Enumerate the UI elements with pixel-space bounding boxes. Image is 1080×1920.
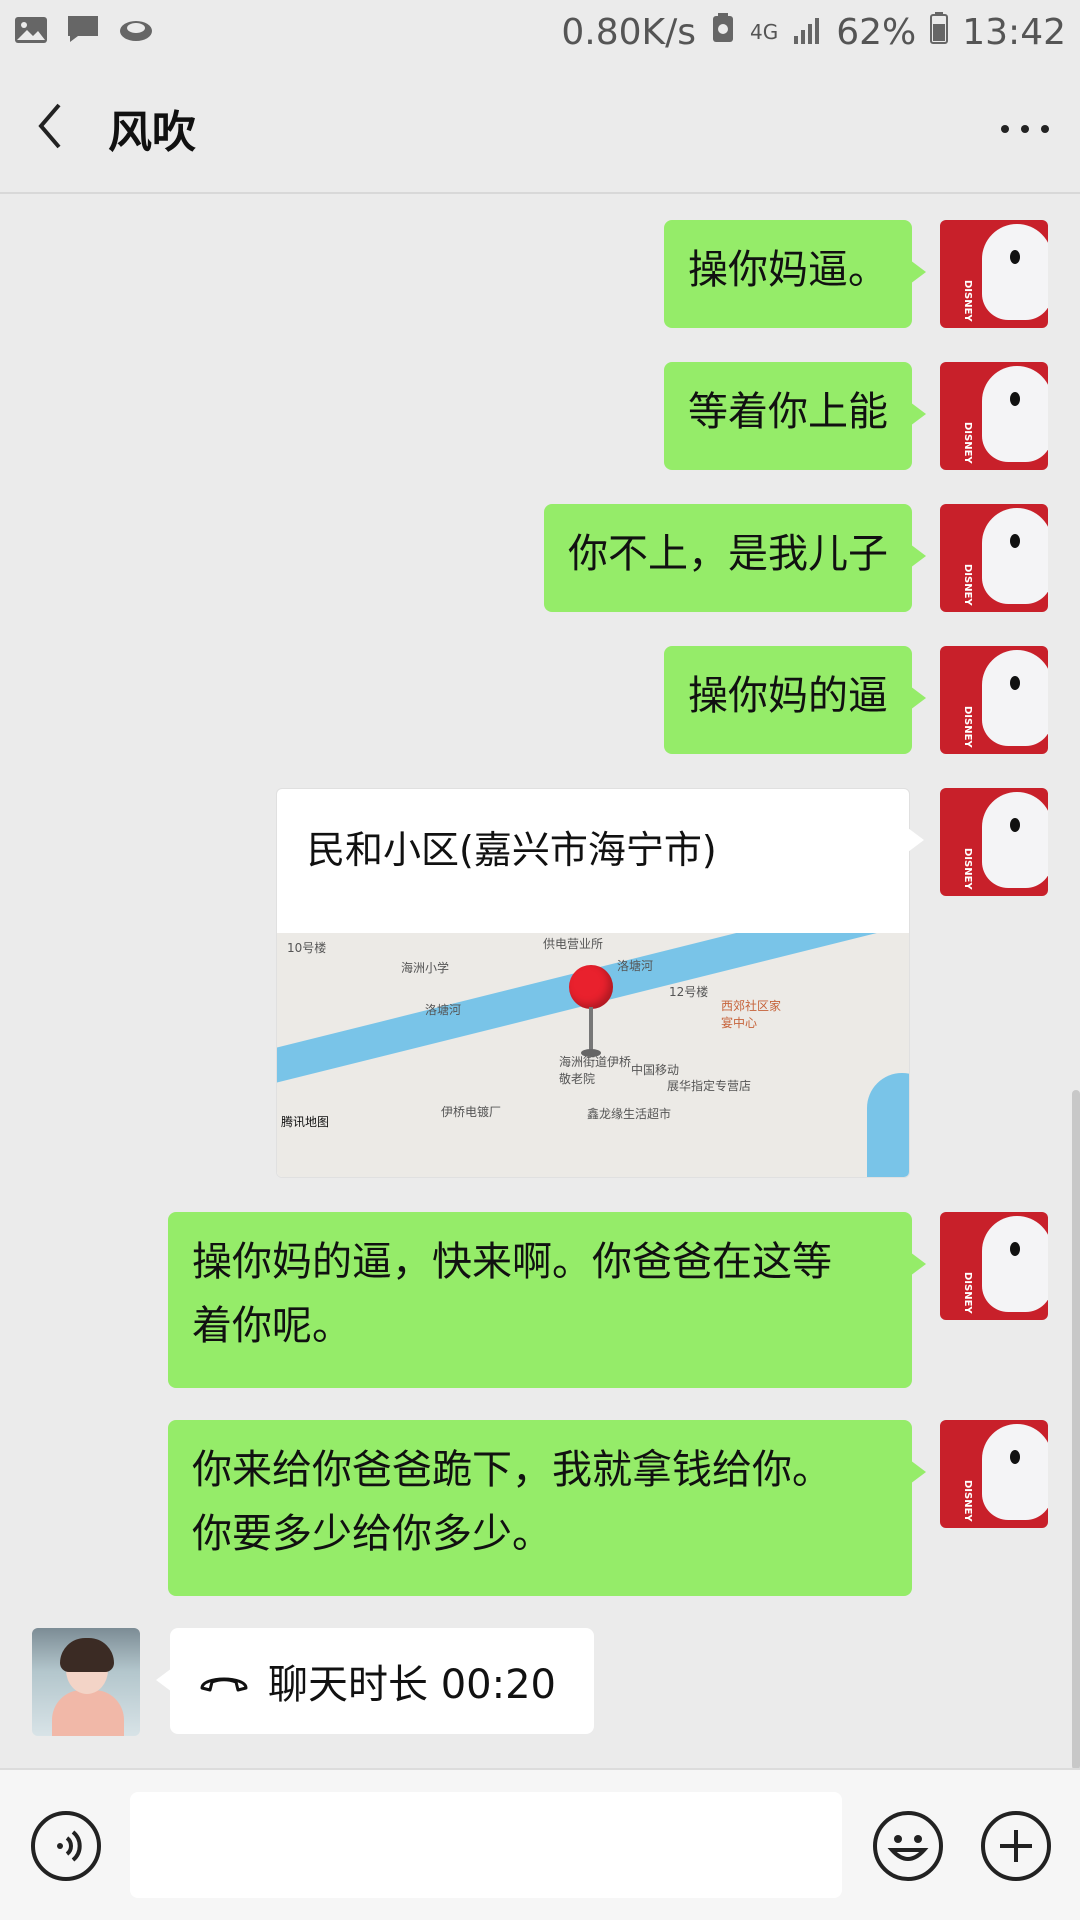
map-label: 鑫龙缘生活超市 — [587, 1107, 672, 1121]
message-bubble[interactable]: 操你妈逼。 — [664, 220, 926, 328]
map-label: 洛塘河 — [425, 1003, 462, 1017]
map-pin-stick — [589, 1007, 593, 1053]
signal-icon — [792, 12, 822, 53]
my-avatar[interactable]: DISNEY — [940, 788, 1048, 896]
my-avatar[interactable]: DISNEY — [940, 1212, 1048, 1320]
map-label: 伊桥电镀厂 — [441, 1105, 502, 1119]
more-actions-button[interactable] — [980, 1810, 1052, 1882]
message-text: 操你妈逼。 — [688, 247, 888, 293]
message-bubble[interactable]: 操你妈的逼 — [664, 646, 926, 754]
message-text: 等着你上能 — [688, 389, 888, 435]
chevron-left-icon — [35, 101, 65, 155]
battery-icon — [930, 11, 949, 53]
message-text: 着你呢。 — [192, 1303, 352, 1349]
scrollbar[interactable] — [1072, 1090, 1080, 1770]
map-label: 海洲小学 — [401, 961, 450, 975]
map-provider-logo: 腾讯地图 — [281, 1115, 330, 1129]
message-bubble[interactable]: 等着你上能 — [664, 362, 926, 470]
map-river — [867, 1073, 909, 1177]
my-avatar[interactable]: DISNEY — [940, 362, 1048, 470]
message-text: 操你妈的逼，快来啊。你爸爸在这等 — [192, 1239, 832, 1285]
my-avatar[interactable]: DISNEY — [940, 220, 1048, 328]
map-label: 10号楼 — [287, 941, 327, 955]
network-type: 4G — [750, 20, 779, 44]
message-bubble[interactable]: 你来给你爸爸跪下，我就拿钱给你。 你要多少给你多少。 — [168, 1420, 926, 1596]
battery-percent: 62% — [836, 11, 917, 53]
map-label: 海洲街道伊桥敬老院 — [559, 1055, 632, 1086]
map-label: 展华指定专营店 — [667, 1079, 752, 1093]
phone-hangup-icon — [198, 1668, 250, 1694]
contact-avatar[interactable] — [32, 1628, 140, 1736]
voice-button[interactable] — [30, 1810, 102, 1882]
message-list[interactable]: DISNEY 操你妈逼。 DISNEY 等着你上能 DISNEY 你不上，是我儿… — [0, 196, 1080, 1766]
more-button[interactable] — [970, 63, 1080, 193]
message-text: 你来给你爸爸跪下，我就拿钱给你。 — [192, 1447, 832, 1493]
location-card[interactable]: 民和小区(嘉兴市海宁市) 10号楼 供电营业所 海洲小学 洛塘河 洛塘河 12号… — [276, 788, 910, 1178]
clock: 13:42 — [962, 11, 1066, 53]
network-speed: 0.80K/s — [561, 11, 696, 53]
map-label: 供电营业所 — [543, 937, 604, 951]
map-label: 中国移动 — [631, 1063, 680, 1077]
cloud-icon — [118, 12, 154, 53]
message-bubble[interactable]: 操你妈的逼，快来啊。你爸爸在这等 着你呢。 — [168, 1212, 926, 1388]
map-pin-base — [581, 1049, 601, 1057]
call-record-bubble[interactable]: 聊天时长 00:20 — [156, 1628, 594, 1734]
emoji-icon — [872, 1811, 944, 1886]
message-text: 你要多少给你多少。 — [192, 1511, 552, 1557]
location-title: 民和小区(嘉兴市海宁市) — [307, 828, 717, 872]
chat-header: 风吹 — [0, 64, 1080, 194]
back-button[interactable] — [0, 63, 100, 193]
chat-title: 风吹 — [108, 107, 196, 158]
emoji-button[interactable] — [872, 1810, 944, 1882]
map-label: 洛塘河 — [617, 959, 654, 973]
message-text: 你不上，是我儿子 — [568, 531, 888, 577]
input-bar — [0, 1768, 1080, 1920]
message-icon — [66, 12, 100, 53]
map-preview[interactable]: 10号楼 供电营业所 海洲小学 洛塘河 洛塘河 12号楼 西郊社区家宴中心 海洲… — [277, 933, 909, 1177]
message-bubble[interactable]: 你不上，是我儿子 — [544, 504, 926, 612]
voice-icon — [30, 1811, 102, 1886]
map-label: 西郊社区家宴中心 — [721, 999, 782, 1030]
more-dots-icon — [1000, 119, 1050, 138]
recycle-icon — [710, 12, 736, 53]
message-input[interactable] — [130, 1792, 842, 1898]
my-avatar[interactable]: DISNEY — [940, 646, 1048, 754]
bubble-tail — [908, 828, 924, 852]
map-pin-icon — [569, 965, 613, 1009]
call-duration-text: 聊天时长 00:20 — [268, 1662, 556, 1708]
map-label: 12号楼 — [669, 985, 709, 999]
status-bar: 0.80K/s 4G 62% 13:42 — [0, 0, 1080, 64]
plus-icon — [980, 1811, 1052, 1886]
my-avatar[interactable]: DISNEY — [940, 1420, 1048, 1528]
image-icon — [14, 12, 48, 53]
my-avatar[interactable]: DISNEY — [940, 504, 1048, 612]
message-text: 操你妈的逼 — [688, 673, 888, 719]
